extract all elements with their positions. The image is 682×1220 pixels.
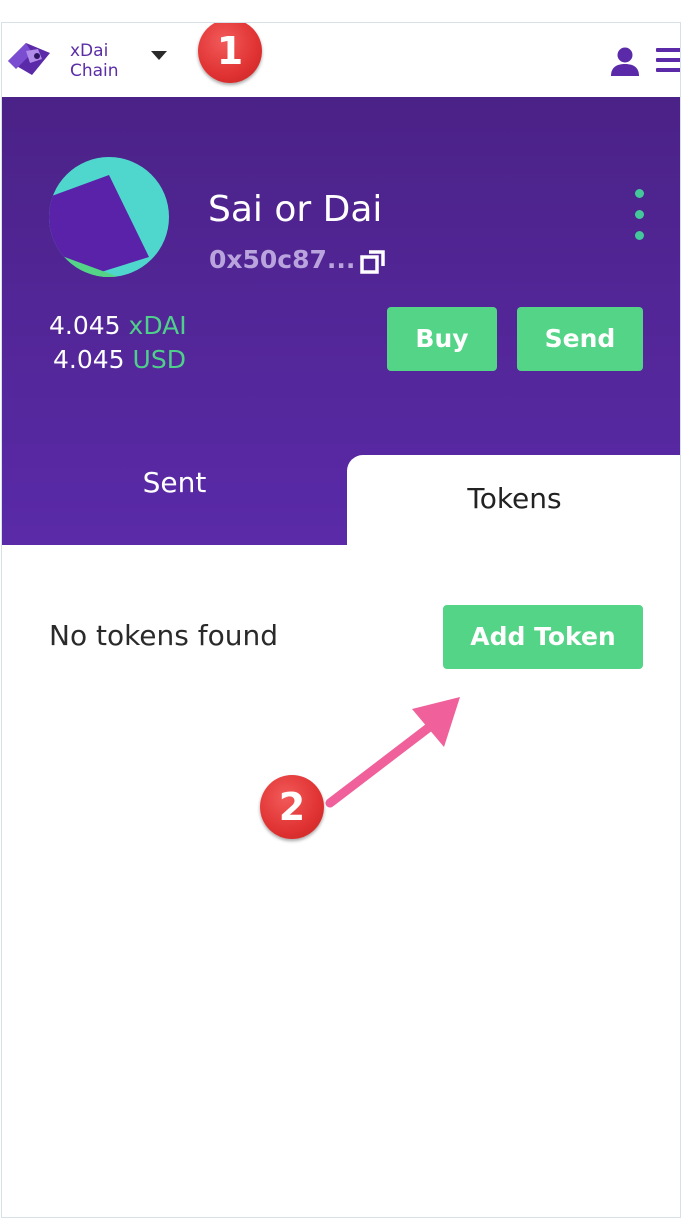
balance-token-unit: xDAI (128, 311, 187, 340)
balance-fiat-unit: USD (132, 345, 186, 374)
account-address[interactable]: 0x50c87... (209, 245, 355, 275)
network-name-line2: Chain (70, 61, 119, 81)
no-tokens-message: No tokens found (49, 619, 279, 652)
chevron-down-icon[interactable] (151, 51, 167, 60)
buy-button[interactable]: Buy (387, 307, 497, 371)
tab-tokens-label: Tokens (467, 482, 562, 515)
account-name: Sai or Dai (208, 189, 383, 230)
account-avatar[interactable] (49, 157, 169, 277)
copy-icon[interactable] (359, 248, 387, 276)
tab-sent-label: Sent (142, 466, 207, 499)
annotation-step-1: 1 (198, 23, 262, 83)
balance-fiat-amount: 4.045 (53, 345, 125, 374)
user-icon[interactable] (609, 45, 641, 77)
hamburger-menu-icon[interactable] (656, 45, 681, 75)
top-bar: xDai Chain 1 (2, 23, 681, 97)
network-selector[interactable]: xDai Chain (70, 41, 119, 81)
annotation-arrow (325, 697, 460, 808)
kebab-menu-icon[interactable] (628, 189, 652, 249)
balance-token: 4.045 xDAI (49, 311, 187, 341)
tab-sent[interactable]: Sent (2, 435, 347, 545)
balance-token-amount: 4.045 (49, 311, 121, 340)
balance-fiat: 4.045 USD (53, 345, 186, 375)
app-frame: xDai Chain 1 Sai or Dai 0x50c87... 4.045… (1, 22, 681, 1218)
send-button[interactable]: Send (517, 307, 643, 371)
add-token-button[interactable]: Add Token (443, 605, 643, 669)
tab-tokens[interactable]: Tokens (347, 455, 680, 547)
network-name-line1: xDai (70, 41, 109, 61)
wallet-logo-icon[interactable] (6, 39, 52, 79)
annotation-step-2: 2 (260, 775, 324, 839)
